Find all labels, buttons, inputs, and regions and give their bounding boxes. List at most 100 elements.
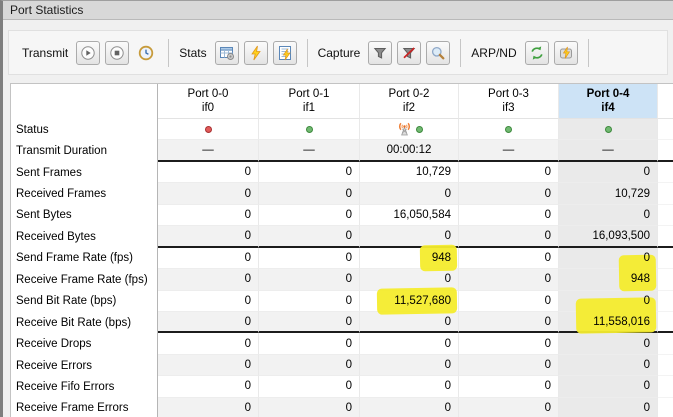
cell-value: 10,729: [415, 166, 451, 179]
toolbar-group-transmit: Transmit: [22, 40, 158, 65]
cell-value: 0: [544, 273, 551, 286]
cell-if1: 0: [259, 269, 360, 291]
cell-if0: 0: [158, 183, 259, 205]
cell-value: 0: [643, 337, 650, 350]
capture-start-button[interactable]: [368, 40, 393, 65]
funnel-icon: [372, 45, 388, 61]
cell-value: 0: [544, 166, 551, 179]
row-label: Send Frame Rate (fps): [11, 247, 158, 270]
cell-if0: 0: [158, 397, 259, 417]
cell-value: 0: [244, 380, 251, 393]
cell-value: 0: [345, 166, 352, 179]
column-subtitle: if0: [201, 102, 215, 114]
cell-value: 0: [345, 273, 352, 286]
cell-if2: 0: [360, 376, 459, 398]
green-status-icon: [505, 125, 512, 133]
column-header-if1[interactable]: Port 0-1 if1: [259, 84, 360, 119]
cell-value: 0: [643, 166, 650, 179]
row-spacer-cell: [658, 140, 673, 162]
cell-if2: 948: [360, 244, 459, 272]
cell-if2: 0: [360, 311, 459, 334]
cell-if4: 948: [559, 254, 658, 292]
row-label: Received Frames: [11, 183, 158, 205]
stats-clear-log-button[interactable]: [272, 40, 297, 65]
toolbar-group-label: Capture: [317, 45, 361, 60]
green-status-icon: [415, 125, 423, 133]
row-label: Transmit Duration: [11, 140, 158, 162]
doc-lightning-icon: [277, 45, 293, 61]
toolbar-group-label: ARP/ND: [471, 45, 517, 60]
cell-if2: [360, 119, 459, 141]
status-icons: [204, 125, 212, 133]
row-spacer-cell: [658, 311, 673, 334]
stats-grid-icon: [219, 45, 235, 61]
status-icons: [505, 125, 512, 133]
column-subtitle: if1: [302, 102, 316, 114]
stats-config-button[interactable]: [214, 40, 239, 65]
column-subtitle: if3: [502, 102, 515, 114]
cell-if1: 0: [259, 311, 360, 334]
cell-if1: [259, 119, 360, 141]
row-spacer-cell: [658, 397, 673, 417]
cell-value: —: [202, 144, 214, 157]
column-header-if0[interactable]: Port 0-0 if0: [158, 84, 259, 119]
cell-if4: 0: [559, 333, 658, 355]
cell-if1: —: [259, 140, 360, 162]
toolbar: Transmit Stats Capture ARP/ND: [8, 30, 668, 75]
column-header-if4[interactable]: Port 0-4 if4: [559, 84, 658, 119]
cell-value: 0: [244, 187, 251, 200]
row-spacer-cell: [658, 376, 673, 398]
capture-view-button[interactable]: [426, 40, 451, 65]
column-title: Port 0-3: [488, 88, 529, 100]
lightning-icon: [248, 45, 264, 61]
cell-if0: 0: [158, 290, 259, 312]
transmit-timer-button[interactable]: [134, 41, 158, 65]
cell-value: 0: [244, 229, 251, 242]
arp-refresh-button[interactable]: [524, 40, 549, 65]
toolbar-separator: [306, 38, 308, 67]
cell-value: 0: [544, 337, 551, 350]
row-spacer-cell: [658, 161, 673, 184]
cell-value: 0: [345, 294, 352, 307]
cell-value: 0: [643, 251, 650, 264]
cell-value: 0: [244, 315, 251, 328]
cell-value: 0: [444, 229, 451, 242]
cell-value: 0: [444, 315, 451, 328]
row-label: Receive Errors: [11, 354, 158, 377]
column-header-if3[interactable]: Port 0-3 if3: [459, 84, 559, 119]
cell-value: 0: [345, 251, 352, 264]
cell-if1: 0: [259, 354, 360, 377]
transmit-stop-button[interactable]: [105, 40, 130, 65]
arp-clear-button[interactable]: [553, 40, 578, 65]
cell-if3: 0: [459, 183, 559, 205]
status-icons: [305, 125, 313, 133]
capture-stop-button[interactable]: [397, 40, 422, 65]
cell-value: 0: [544, 401, 551, 414]
cell-value: 0: [345, 337, 352, 350]
cell-value: 0: [345, 208, 352, 221]
transmit-start-button[interactable]: [76, 40, 101, 65]
cell-if0: 0: [158, 226, 259, 248]
row-label: Receive Bit Rate (bps): [11, 311, 158, 334]
cell-value: 0: [643, 380, 650, 393]
cell-if1: 0: [259, 376, 360, 398]
toolbar-group-label: Transmit: [22, 45, 69, 60]
cell-if3: 0: [459, 269, 559, 291]
cell-if3: [459, 119, 559, 141]
cell-if2: 0: [360, 354, 459, 377]
cell-if4: 0: [559, 204, 658, 227]
header-spacer-cell: [658, 84, 673, 119]
cell-value: 0: [345, 359, 352, 372]
cell-if3: 0: [459, 354, 559, 377]
cell-if3: 0: [459, 311, 559, 334]
row-spacer-cell: [658, 290, 673, 312]
table-panel: Port 0-0 if0 Port 0-1 if1 Port 0-2 if2 Port 0-…: [10, 83, 673, 417]
cell-value: 16,050,584: [393, 208, 451, 221]
cell-if0: 0: [158, 354, 259, 377]
column-header-if2[interactable]: Port 0-2 if2: [360, 84, 459, 119]
cell-value: 0: [244, 208, 251, 221]
cell-value: 0: [444, 273, 451, 286]
stats-clear-button[interactable]: [243, 40, 268, 65]
cell-if3: —: [459, 140, 559, 162]
stats-table: Port 0-0 if0 Port 0-1 if1 Port 0-2 if2 Port 0-…: [11, 84, 673, 417]
